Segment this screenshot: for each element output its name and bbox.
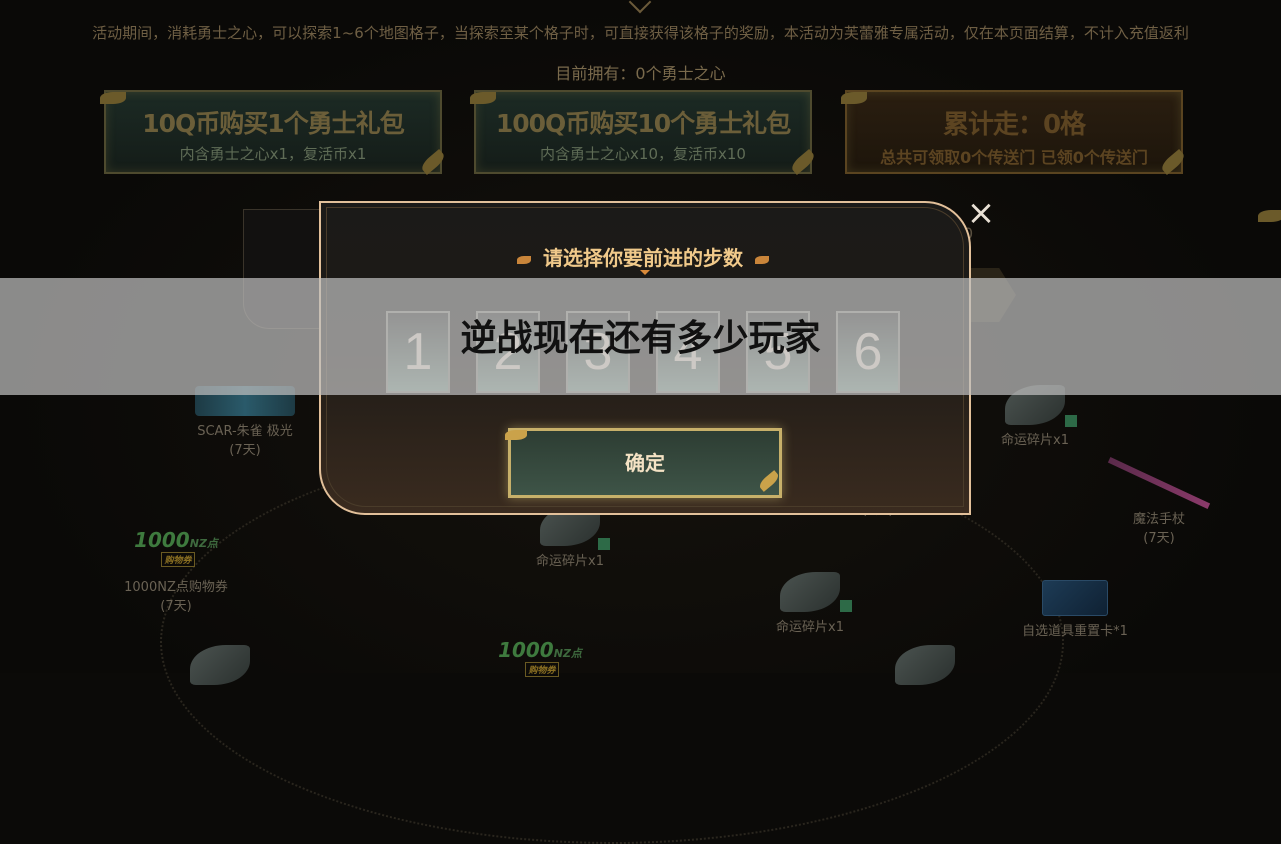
- feather-icon: [895, 645, 955, 685]
- buy-10-pack-button[interactable]: 100Q币购买10个勇士礼包 内含勇士之心x10，复活币x10: [474, 90, 812, 174]
- puzzle-icon: [1065, 415, 1077, 427]
- chevron-up-icon[interactable]: [628, 0, 652, 14]
- progress-title: 累计走：0格: [942, 110, 1086, 140]
- buy-1-pack-button[interactable]: 10Q币购买1个勇士礼包 内含勇士之心x1，复活币x1: [104, 90, 442, 174]
- progress-panel: 累计走：0格 总共可领取0个传送门 已领0个传送门: [845, 90, 1183, 174]
- magic-staff-icon: [1107, 457, 1211, 509]
- owned-hearts: 目前拥有：0个勇士之心: [555, 64, 726, 83]
- reward-reset-card[interactable]: 自选道具重置卡*1: [1010, 580, 1140, 639]
- close-icon[interactable]: ×: [964, 196, 998, 230]
- reward-name: 命运碎片x1: [536, 554, 604, 569]
- banner-title: 逆战现在还有多少玩家: [460, 318, 821, 359]
- pack-subtitle: 内含勇士之心x10，复活币x10: [540, 145, 746, 163]
- leaf-icon: [470, 92, 496, 104]
- leaf-icon: [517, 255, 531, 264]
- reward-scar[interactable]: SCAR-朱雀 极光 (7天): [190, 386, 300, 458]
- leaf-icon: [841, 92, 867, 104]
- reward-fragment-partial[interactable]: [890, 645, 960, 689]
- puzzle-icon: [840, 600, 852, 612]
- leaf-icon: [755, 255, 769, 264]
- reward-duration: (7天): [160, 599, 192, 614]
- pack-subtitle: 内含勇士之心x1，复活币x1: [179, 145, 367, 163]
- modal-title-text: 请选择你要前进的步数: [543, 246, 743, 270]
- reward-fragment[interactable]: 命运碎片x1: [520, 506, 620, 569]
- feather-icon: [780, 572, 840, 612]
- nz-coupon-icon: 1000NZ点购物券: [480, 638, 600, 686]
- reward-fragment-partial[interactable]: [185, 645, 255, 689]
- activity-notice: 活动期间，消耗勇士之心，可以探索1~6个地图格子，当探索至某个格子时，可直接获得…: [92, 24, 1189, 42]
- nz-unit: NZ点: [553, 647, 582, 660]
- reward-name: SCAR-朱雀 极光: [197, 424, 293, 439]
- reset-card-icon: [1042, 580, 1108, 616]
- reward-name: 1000NZ点购物券: [124, 580, 228, 595]
- leaf-icon: [100, 92, 126, 104]
- coupon-tag: 购物券: [525, 662, 559, 677]
- reward-name: 命运碎片x1: [1001, 433, 1069, 448]
- leaf-icon: [505, 430, 527, 440]
- pack-title: 10Q币购买1个勇士礼包: [142, 109, 404, 138]
- reward-name: 魔法手杖: [1132, 512, 1185, 527]
- puzzle-icon: [598, 538, 610, 550]
- nz-unit: NZ点: [189, 537, 218, 550]
- reward-duration: (7天): [1143, 531, 1175, 546]
- reward-nz-coupon[interactable]: 1000NZ点购物券 1000NZ点购物券 (7天): [116, 528, 236, 614]
- reward-staff[interactable]: 魔法手杖 (7天): [1104, 457, 1214, 546]
- nz-amount: 1000: [498, 638, 554, 662]
- confirm-button[interactable]: 确定: [508, 428, 782, 498]
- coupon-tag: 购物券: [161, 552, 195, 567]
- reward-nz-coupon[interactable]: 1000NZ点购物券: [480, 638, 600, 686]
- nz-coupon-icon: 1000NZ点购物券: [116, 528, 236, 576]
- reward-duration: (7天): [229, 443, 261, 458]
- triangle-down-icon: [640, 270, 650, 275]
- leaf-icon: [1258, 210, 1281, 222]
- reward-name: 命运碎片x1: [776, 620, 844, 635]
- reward-name: 自选道具重置卡*1: [1022, 624, 1128, 639]
- modal-title: 请选择你要前进的步数: [319, 242, 967, 275]
- feather-icon: [190, 645, 250, 685]
- pack-title: 100Q币购买10个勇士礼包: [495, 109, 791, 138]
- reward-fragment[interactable]: 命运碎片x1: [760, 572, 860, 635]
- progress-subtitle: 总共可领取0个传送门 已领0个传送门: [880, 148, 1148, 167]
- nz-amount: 1000: [134, 528, 190, 552]
